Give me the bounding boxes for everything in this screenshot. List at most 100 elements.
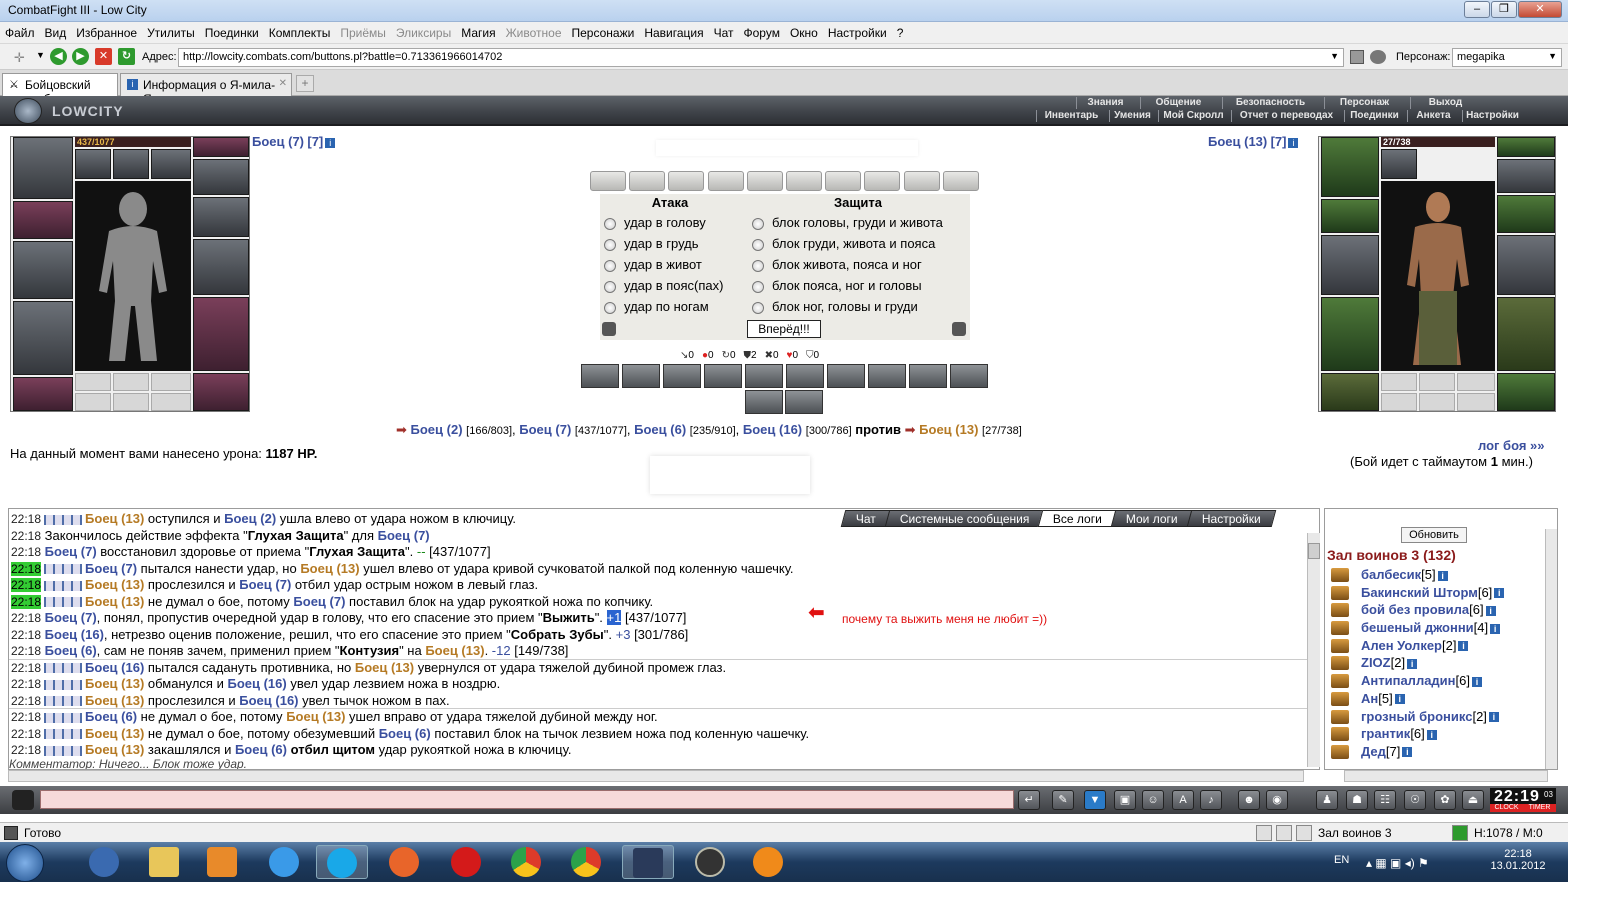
taskbar-app-firefox[interactable] <box>378 845 430 879</box>
belt-slot[interactable] <box>1321 373 1379 411</box>
bracers-slot[interactable] <box>13 201 73 239</box>
person-icon[interactable]: ☺ <box>1142 790 1164 810</box>
log-tab[interactable]: Системные сообщения <box>884 510 1045 527</box>
status-icon-1[interactable] <box>1256 825 1272 841</box>
game-nav-item[interactable]: Персонаж <box>1324 97 1404 109</box>
ally-name[interactable]: Боец (7) <box>519 422 571 437</box>
trick-button[interactable] <box>868 364 906 388</box>
character-select[interactable]: megapika ▼ <box>1452 48 1562 67</box>
empty-slot[interactable] <box>1457 373 1495 391</box>
defense-option[interactable]: блок головы, груди и живота <box>748 212 970 233</box>
close-tab-icon[interactable]: ✕ <box>279 78 287 89</box>
info-icon[interactable]: i <box>1472 676 1482 687</box>
taskbar-app-game[interactable] <box>684 845 736 879</box>
room-scrollbar[interactable] <box>1545 529 1557 769</box>
right-fighter-name[interactable]: Боец (13) [7] i <box>1208 134 1299 149</box>
room-person[interactable]: ZIOZ[2] i <box>1325 655 1545 673</box>
radio-icon[interactable] <box>752 301 764 314</box>
sound-icon[interactable]: ♪ <box>1200 790 1222 810</box>
filter-icon[interactable]: ▼ <box>1084 790 1106 810</box>
menu-item[interactable]: Персонажи <box>567 22 640 40</box>
boots-slot[interactable] <box>193 373 249 411</box>
new-tab-button[interactable]: + <box>296 75 314 92</box>
empty-slot[interactable] <box>1419 373 1455 391</box>
forward-icon[interactable]: ▶ <box>72 48 89 65</box>
info-icon[interactable]: i <box>325 137 336 148</box>
menu-item[interactable]: Вид <box>40 22 72 40</box>
helmet-slot[interactable] <box>1321 137 1379 197</box>
menu-item[interactable]: Комплекты <box>264 22 336 40</box>
room-person[interactable]: бешеный джонни[4] i <box>1325 620 1545 638</box>
defense-option[interactable]: блок груди, живота и пояса <box>748 233 970 254</box>
trick-button[interactable] <box>704 364 742 388</box>
scroll-slot[interactable] <box>707 171 744 191</box>
room-person[interactable]: Дед[7] i <box>1325 744 1545 762</box>
menu-item[interactable]: Эликсиры <box>391 22 456 40</box>
armor-slot[interactable] <box>13 301 73 375</box>
address-input[interactable]: http://lowcity.combats.com/buttons.pl?ba… <box>178 48 1344 67</box>
gloves-slot[interactable] <box>1497 195 1555 233</box>
minimize-button[interactable]: – <box>1464 1 1490 18</box>
radio-icon[interactable] <box>752 259 764 272</box>
game-nav-item[interactable]: Настройки <box>1462 110 1522 122</box>
save-icon[interactable]: ▣ <box>1114 790 1136 810</box>
empty-slot[interactable] <box>113 373 149 391</box>
close-button[interactable]: ✕ <box>1518 1 1562 18</box>
empty-slot[interactable] <box>151 373 191 391</box>
info-icon[interactable]: i <box>1426 729 1437 740</box>
radio-icon[interactable] <box>752 238 764 251</box>
stop-icon[interactable]: ✕ <box>95 48 112 65</box>
chat-icon[interactable] <box>12 790 34 810</box>
gear-icon[interactable]: ✿ <box>1434 790 1456 810</box>
trick-button[interactable] <box>745 364 783 388</box>
radio-icon[interactable] <box>604 280 616 293</box>
log-tab[interactable]: Все логи <box>1038 510 1118 527</box>
defense-shield-icon[interactable] <box>952 322 966 336</box>
trick-button[interactable] <box>950 364 988 388</box>
ally-name[interactable]: Боец (6) <box>634 422 686 437</box>
game-nav-item[interactable]: Поединки <box>1344 110 1404 122</box>
shield-slot[interactable] <box>193 239 249 295</box>
language-indicator[interactable]: EN <box>1334 854 1349 866</box>
ring-slots[interactable] <box>193 159 249 195</box>
status-icon-2[interactable] <box>1276 825 1292 841</box>
info-icon[interactable]: i <box>1458 641 1469 652</box>
room-person[interactable]: Ален Уолкер[2] i <box>1325 638 1545 656</box>
tab-info[interactable]: i Информация о Я-мила-Я ✕ <box>120 73 292 106</box>
room-hscroll[interactable] <box>1344 770 1548 782</box>
belt-slot[interactable] <box>13 377 73 411</box>
taskbar-app-mail[interactable] <box>742 845 794 879</box>
chat-input[interactable] <box>40 790 1014 809</box>
info-icon[interactable]: i <box>1437 570 1448 581</box>
log-tab[interactable]: Мои логи <box>1111 510 1194 527</box>
defense-option[interactable]: блок ног, головы и груди <box>748 296 970 317</box>
refresh-button[interactable]: Обновить <box>1401 527 1467 543</box>
room-person[interactable]: бой без провила[6] i <box>1325 602 1545 620</box>
game-nav-item[interactable]: Инвентарь <box>1036 110 1106 122</box>
menu-item[interactable]: Избранное <box>71 22 142 40</box>
attack-option[interactable]: удар в грудь <box>600 233 746 254</box>
taskbar-app-combatfight[interactable] <box>622 845 674 879</box>
helmet-slot[interactable] <box>13 137 73 199</box>
scroll-slot[interactable] <box>825 171 862 191</box>
menu-item[interactable]: Чат <box>709 22 739 40</box>
scroll-slot[interactable] <box>629 171 666 191</box>
defense-option[interactable]: блок пояса, ног и головы <box>748 275 970 296</box>
game-nav-item[interactable]: Общение <box>1140 97 1216 109</box>
maximize-button[interactable]: ❐ <box>1491 1 1517 18</box>
radio-icon[interactable] <box>752 280 764 293</box>
page-icon[interactable] <box>1350 50 1364 64</box>
scroll-slot[interactable] <box>590 171 626 191</box>
menu-item[interactable]: Магия <box>456 22 500 40</box>
pants-slot[interactable] <box>193 297 249 371</box>
effect-slot[interactable] <box>113 149 149 179</box>
empty-slot[interactable] <box>1381 373 1417 391</box>
empty-slot[interactable] <box>75 393 111 411</box>
game-nav-item[interactable]: Знания <box>1076 97 1134 109</box>
log-hscroll[interactable] <box>8 770 1304 782</box>
menu-item[interactable]: Настройки <box>823 22 892 40</box>
tab-fight-club[interactable]: ⚔ Бойцовский клуб <box>2 73 118 106</box>
info-icon[interactable]: i <box>1288 137 1299 148</box>
attack-option[interactable]: удар в голову <box>600 212 746 233</box>
scroll-slot[interactable] <box>942 171 979 191</box>
